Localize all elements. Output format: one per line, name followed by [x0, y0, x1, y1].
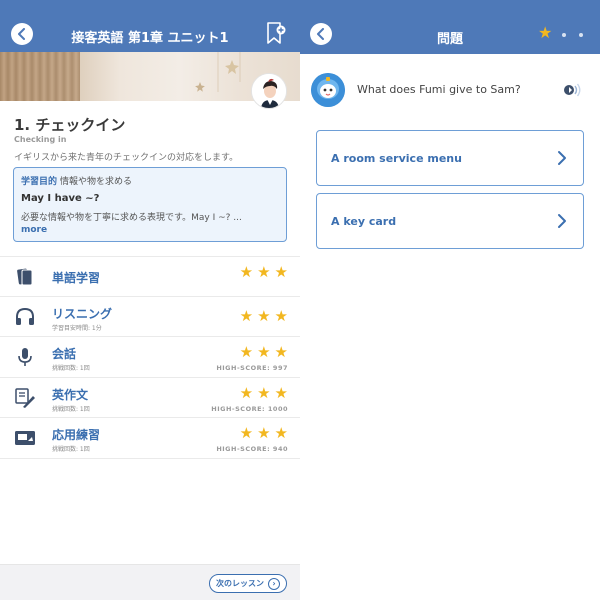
activity-name: リスニング — [52, 306, 113, 321]
star-icon: ★ — [239, 343, 254, 361]
question-text: What does Fumi give to Sam? — [357, 83, 521, 96]
goal-phrase: May I have ~? — [21, 193, 100, 204]
activity-row-applied-practice[interactable]: 応用練習 挑戦回数: 1回 ★ ★ ★ HIGH-SCORE: 940 — [0, 418, 300, 459]
activity-row-conversation[interactable]: 会話 挑戦回数: 1回 ★ ★ ★ HIGH-SCORE: 997 — [0, 337, 300, 378]
high-score: HIGH-SCORE: 997 — [216, 364, 288, 372]
progress-dot — [562, 33, 566, 37]
high-score: HIGH-SCORE: 1000 — [211, 404, 288, 413]
next-lesson-button[interactable]: 次のレッスン › — [209, 574, 287, 593]
chevron-right-icon — [558, 151, 566, 165]
star-icon: ★ — [274, 306, 288, 325]
progress-star-icon: ★ — [538, 23, 553, 42]
choice-label: A key card — [331, 215, 397, 228]
more-link[interactable]: more — [21, 225, 279, 235]
star-rating: ★ ★ ★ — [240, 426, 288, 441]
progress-dot — [579, 33, 583, 37]
quiz-panel: 問題 ★ What does Fumi give to Sam? A room … — [300, 0, 600, 600]
chevron-right-icon — [558, 214, 566, 228]
star-icon: ★ — [239, 306, 254, 325]
star-icon: ★ — [257, 343, 271, 361]
quiz-header: 問題 ★ — [300, 0, 600, 54]
page-title: 接客英語 第1章 ユニット1 — [71, 31, 229, 46]
choice-label: A room service menu — [331, 152, 462, 165]
activity-name: 単語学習 — [52, 271, 101, 285]
star-icon: ★ — [239, 263, 254, 281]
character-avatar — [251, 73, 287, 109]
activity-meta: 学習目安時間: 1分 — [52, 324, 102, 332]
star-icon: ★ — [274, 343, 288, 361]
lesson-description: イギリスから来た青年のチェックインの対応をします。 — [14, 153, 239, 163]
star-rating: ★ ★ ★ — [240, 265, 288, 280]
star-icon: ★ — [257, 306, 271, 325]
activity-row-listening[interactable]: リスニング 学習目安時間: 1分 ★ ★ ★ — [0, 297, 300, 337]
chevron-right-icon: › — [268, 577, 280, 590]
activity-row-vocabulary[interactable]: 単語学習 ★ ★ ★ — [0, 256, 300, 297]
star-icon: ★ — [239, 424, 254, 442]
activity-list: 単語学習 ★ ★ ★ リスニング 学習目安時間: 1分 ★ ★ ★ 会話 挑戦回… — [0, 256, 300, 459]
goal-label: 学習目的 — [21, 177, 58, 187]
pen-icon — [15, 387, 35, 408]
goal-summary: 情報や物を求める — [60, 177, 133, 187]
star-icon: ★ — [257, 424, 271, 442]
star-icon: ★ — [274, 424, 288, 442]
cards-icon — [17, 268, 33, 286]
play-audio-button[interactable] — [562, 82, 582, 98]
video-card-icon — [15, 431, 35, 445]
activity-name: 英作文 — [52, 387, 89, 402]
answer-choice-2[interactable]: A key card — [316, 193, 584, 249]
lesson-footer: 次のレッスン › — [0, 564, 300, 600]
activity-meta: 挑戦回数: 1回 — [52, 365, 90, 372]
star-rating: ★ ★ ★ — [240, 345, 288, 360]
lesson-title: 1. チェックイン — [14, 116, 126, 134]
activity-row-composition[interactable]: 英作文 挑戦回数: 1回 ★ ★ ★ HIGH-SCORE: 1000 — [0, 378, 300, 418]
star-rating: ★ ★ ★ — [239, 306, 288, 325]
bookmark-add-button[interactable] — [266, 22, 286, 46]
activity-meta: 挑戦回数: 1回 — [52, 405, 90, 413]
lesson-header: 接客英語 第1章 ユニット1 — [0, 0, 300, 52]
star-icon: ★ — [239, 383, 254, 402]
headphones-icon — [16, 307, 34, 325]
goal-text: 必要な情報や物を丁寧に求める表現です。May I ~? ... — [21, 213, 242, 223]
speaker-icon — [564, 83, 581, 97]
star-icon: ★ — [257, 263, 271, 281]
star-icon: ★ — [274, 383, 288, 402]
learning-goal-box: 学習目的 情報や物を求める May I have ~? 必要な情報や物を丁寧に求め… — [13, 167, 287, 242]
activity-name: 応用練習 — [52, 428, 101, 442]
next-lesson-label: 次のレッスン — [216, 579, 264, 588]
activity-name: 会話 — [52, 347, 77, 361]
star-icon: ★ — [274, 263, 288, 281]
bookmark-add-icon — [267, 22, 286, 44]
answer-choice-1[interactable]: A room service menu — [316, 130, 584, 186]
high-score: HIGH-SCORE: 940 — [216, 445, 288, 453]
microphone-icon — [18, 348, 32, 366]
star-icon: ★ — [257, 383, 271, 402]
activity-meta: 挑戦回数: 1回 — [52, 446, 90, 453]
star-rating: ★ ★ ★ — [239, 383, 288, 402]
lesson-subtitle: Checking in — [14, 135, 67, 144]
lesson-panel: 接客英語 第1章 ユニット1 1. チェックイン Checking in イギリ… — [0, 0, 300, 600]
quiz-title: 問題 — [436, 32, 463, 47]
mascot-avatar — [311, 73, 345, 107]
